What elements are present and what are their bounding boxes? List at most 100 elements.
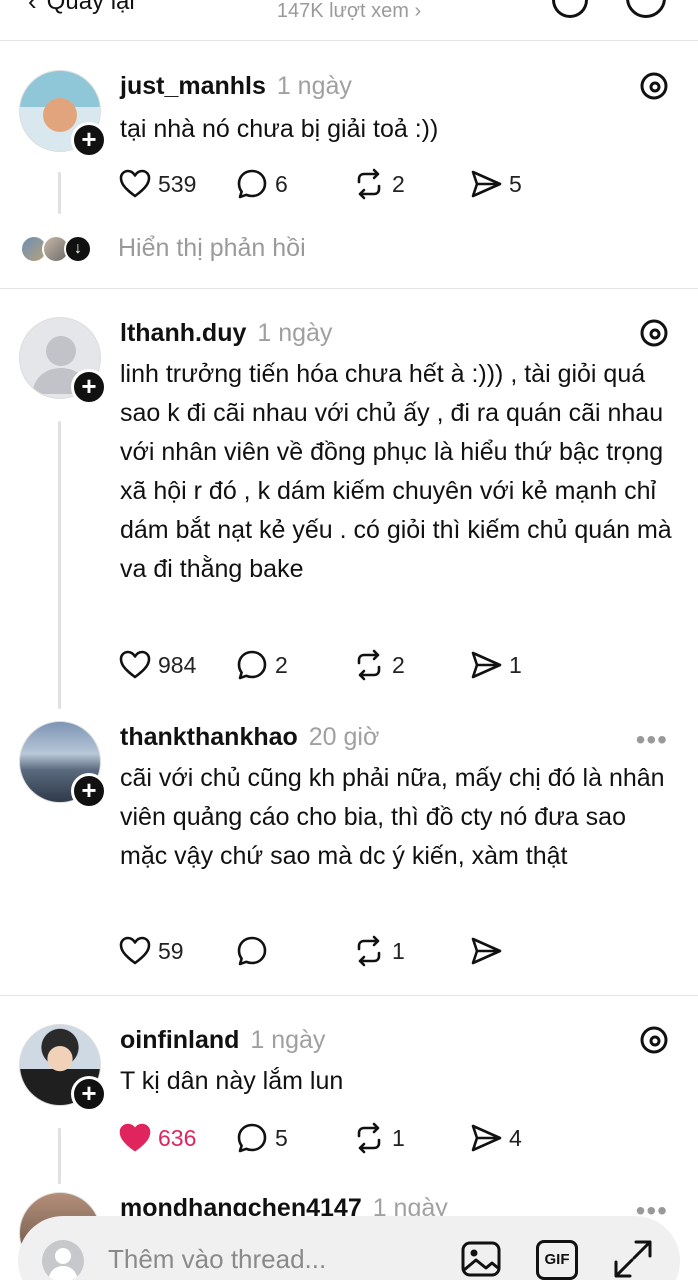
heart-filled-icon xyxy=(119,1123,151,1152)
like-count: 59 xyxy=(158,937,184,964)
thread-line xyxy=(58,421,61,709)
like-button[interactable]: 984 xyxy=(118,648,235,682)
repost-icon xyxy=(357,168,381,200)
repost-count: 2 xyxy=(392,170,405,197)
share-button[interactable]: 1 xyxy=(469,648,586,682)
repost-count: 1 xyxy=(392,1124,405,1151)
post-header: oinfinland 1 ngày xyxy=(120,1026,325,1055)
avatar[interactable]: + xyxy=(19,721,107,809)
share-button[interactable] xyxy=(469,934,586,968)
thread-line xyxy=(58,172,61,214)
post: + lthanh.duy 1 ngày linh trưởng tiến hóa… xyxy=(0,317,698,709)
post-text: cãi với chủ cũng kh phải nữa, mấy chị đó… xyxy=(120,764,665,870)
timestamp: 1 ngày xyxy=(276,72,352,100)
share-icon xyxy=(471,937,502,965)
comment-icon xyxy=(237,650,267,680)
threads-logo-icon[interactable] xyxy=(638,70,670,102)
timestamp: 1 ngày xyxy=(250,1026,326,1054)
thread-line xyxy=(58,1128,61,1184)
username[interactable]: thankthankhao xyxy=(120,723,298,751)
view-count[interactable]: 147K lượt xem › xyxy=(0,0,698,23)
gif-icon[interactable]: GIF xyxy=(536,1240,578,1280)
composer-placeholder[interactable]: Thêm vào thread... xyxy=(108,1244,326,1275)
repost-icon xyxy=(357,649,381,681)
action-bar: 59 1 xyxy=(118,933,586,969)
comment-count: 2 xyxy=(275,651,288,678)
share-button[interactable]: 5 xyxy=(469,167,586,201)
post-header: thankthankhao 20 giờ xyxy=(120,723,379,752)
arrow-down-icon: ↓ xyxy=(64,234,92,263)
share-count: 4 xyxy=(509,1124,522,1151)
more-options-icon[interactable]: ••• xyxy=(636,726,668,754)
repost-count: 1 xyxy=(392,937,405,964)
repost-count: 2 xyxy=(392,651,405,678)
follow-plus-icon[interactable]: + xyxy=(71,773,107,809)
like-button[interactable]: 59 xyxy=(118,934,235,968)
share-icon xyxy=(471,651,502,679)
repost-button[interactable]: 1 xyxy=(352,1121,469,1155)
repost-button[interactable]: 2 xyxy=(352,648,469,682)
reply-composer[interactable]: Thêm vào thread... GIF xyxy=(18,1216,680,1280)
comment-count: 5 xyxy=(275,1124,288,1151)
share-count: 5 xyxy=(509,170,522,197)
username[interactable]: just_manhls xyxy=(120,72,266,100)
threads-logo-icon[interactable] xyxy=(638,1024,670,1056)
like-count: 984 xyxy=(158,651,197,678)
comment-icon xyxy=(237,169,267,199)
repost-button[interactable]: 2 xyxy=(352,167,469,201)
comment-button[interactable]: 6 xyxy=(235,167,352,201)
post-text: tại nhà nó chưa bị giải toả :)) xyxy=(120,115,439,143)
heart-icon xyxy=(119,936,151,965)
divider xyxy=(0,40,698,41)
repost-icon xyxy=(357,1122,381,1154)
comment-icon xyxy=(237,936,267,966)
comment-button[interactable] xyxy=(235,934,352,968)
repost-icon xyxy=(357,935,381,967)
post-header: lthanh.duy 1 ngày xyxy=(120,319,332,348)
heart-icon xyxy=(119,650,151,679)
share-icon xyxy=(471,1124,502,1152)
avatar[interactable]: + xyxy=(19,1024,107,1112)
post-text: linh trưởng tiến hóa chưa hết à :))) , t… xyxy=(120,360,672,583)
share-button[interactable]: 4 xyxy=(469,1121,586,1155)
like-count: 636 xyxy=(158,1124,197,1151)
username[interactable]: lthanh.duy xyxy=(120,319,246,347)
show-replies-label: Hiển thị phản hồi xyxy=(118,234,306,262)
follow-plus-icon[interactable]: + xyxy=(71,122,107,158)
share-count: 1 xyxy=(509,651,522,678)
post-header: just_manhls 1 ngày xyxy=(120,72,352,101)
like-button[interactable]: 636 xyxy=(118,1121,235,1155)
top-bar: ‹ Quay lại 147K lượt xem › xyxy=(0,0,698,40)
action-bar: 539 6 2 5 xyxy=(118,166,586,202)
username[interactable]: oinfinland xyxy=(120,1026,239,1054)
divider xyxy=(0,995,698,996)
like-count: 539 xyxy=(158,170,197,197)
timestamp: 1 ngày xyxy=(257,319,333,347)
more-options-icon[interactable]: ••• xyxy=(636,1197,668,1225)
action-bar: 636 5 1 4 xyxy=(118,1120,586,1156)
show-replies-button[interactable]: ↓ Hiển thị phản hồi xyxy=(20,234,306,263)
comment-icon xyxy=(237,1123,267,1153)
post: + thankthankhao 20 giờ ••• cãi với chủ c… xyxy=(0,721,698,991)
image-icon[interactable] xyxy=(460,1238,502,1280)
follow-plus-icon[interactable]: + xyxy=(71,369,107,405)
comment-count: 6 xyxy=(275,170,288,197)
post: + oinfinland 1 ngày T kị dân này lắm lun… xyxy=(0,1024,698,1184)
chevron-right-icon: › xyxy=(414,0,422,22)
share-icon xyxy=(471,170,502,198)
action-bar: 984 2 2 1 xyxy=(118,647,586,683)
comment-button[interactable]: 5 xyxy=(235,1121,352,1155)
timestamp: 20 giờ xyxy=(308,723,380,751)
like-button[interactable]: 539 xyxy=(118,167,235,201)
comment-button[interactable]: 2 xyxy=(235,648,352,682)
avatar[interactable]: + xyxy=(19,317,107,405)
repost-button[interactable]: 1 xyxy=(352,934,469,968)
post: + just_manhls 1 ngày tại nhà nó chưa bị … xyxy=(0,70,698,288)
avatar[interactable]: + xyxy=(19,70,107,158)
heart-icon xyxy=(119,169,151,198)
divider xyxy=(0,288,698,289)
expand-icon[interactable] xyxy=(612,1238,654,1280)
threads-logo-icon[interactable] xyxy=(638,317,670,349)
follow-plus-icon[interactable]: + xyxy=(71,1076,107,1112)
user-avatar xyxy=(42,1240,84,1280)
